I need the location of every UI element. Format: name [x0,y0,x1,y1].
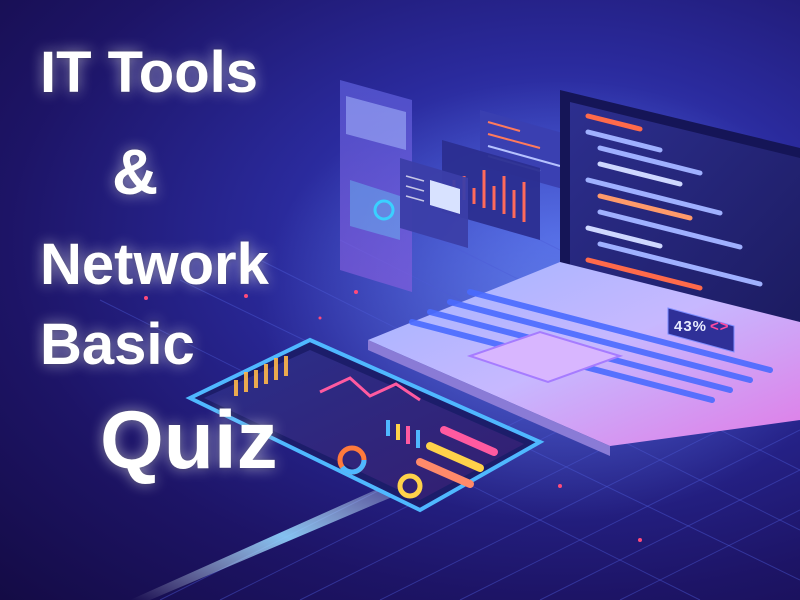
code-arrows-icon: <> [710,318,730,335]
title-line-ampersand: & [112,136,159,208]
percent-value: 43% [674,318,708,335]
title-line-basic: Basic [40,312,195,377]
title-line-it-tools: IT Tools [40,40,259,105]
percent-badge: 43% <> [674,318,730,335]
hero-banner: IT Tools & Network Basic Quiz 43% <> [0,0,800,600]
title-line-quiz: Quiz [100,395,278,486]
title-line-network: Network [40,232,269,297]
